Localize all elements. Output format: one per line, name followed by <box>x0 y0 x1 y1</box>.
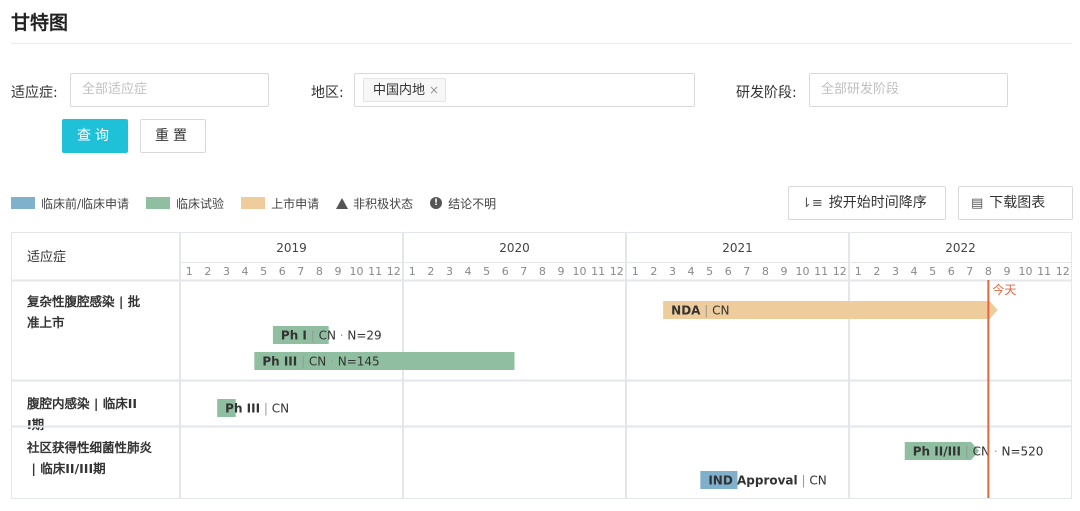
month-label: 6 <box>725 265 732 278</box>
indication-select-placeholder: 全部适应症 <box>82 82 148 97</box>
month-label: 4 <box>465 265 472 278</box>
reset-button[interactable]: 重置 <box>140 119 206 153</box>
bar-label: NDA | CN <box>671 304 729 318</box>
month-label: 7 <box>966 265 973 278</box>
chart-legend: 临床前/临床申请 临床试验 上市申请 非积极状态 ! 结论不明 <box>11 193 513 213</box>
month-label: 12 <box>610 265 624 278</box>
sort-button-label: 按开始时间降序 <box>828 195 927 211</box>
month-label: 10 <box>573 265 587 278</box>
phase-select[interactable]: 全部研发阶段 <box>809 73 1008 107</box>
month-label: 4 <box>242 265 249 278</box>
indication-select[interactable]: 全部适应症 <box>70 73 269 107</box>
triangle-icon <box>336 197 349 209</box>
sort-by-start-button[interactable]: ⇂≡ 按开始时间降序 <box>788 186 946 220</box>
legend-label: 上市申请 <box>271 196 320 211</box>
sort-descending-icon: ⇂≡ <box>801 196 823 211</box>
query-button[interactable]: 查询 <box>62 119 128 153</box>
year-label: 2019 <box>276 241 307 255</box>
legend-item-clinical-trial: 临床试验 <box>146 195 224 212</box>
download-chart-button[interactable]: ▤ 下载图表 <box>958 186 1073 220</box>
gantt-chart: 适应症20191 2 3 4 5 6 7 8 9 10 11 1220201 2 3 4 5 6 7 8 9 10 11 1… <box>11 232 1072 499</box>
month-label: 6 <box>948 265 955 278</box>
month-label: 12 <box>833 265 847 278</box>
month-label: 7 <box>520 265 527 278</box>
title-divider <box>11 43 1072 44</box>
phase-select-placeholder: 全部研发阶段 <box>821 82 900 97</box>
month-label: 4 <box>688 265 695 278</box>
bar-label: Ph II/III | CN · N=520 <box>913 445 1044 459</box>
month-label: 12 <box>387 265 401 278</box>
tag-close-icon[interactable]: × <box>429 83 439 97</box>
phase-filter-label: 研发阶段: <box>736 85 797 101</box>
region-select[interactable]: 中国内地 × <box>354 73 695 107</box>
legend-item-clinical-application: 临床前/临床申请 <box>11 195 129 212</box>
year-label: 2021 <box>722 241 753 255</box>
month-label: 8 <box>985 265 992 278</box>
month-label: 10 <box>350 265 364 278</box>
month-label: 1 <box>186 265 193 278</box>
indication-filter-label: 适应症: <box>11 85 58 101</box>
month-label: 2 <box>650 265 657 278</box>
month-label: 6 <box>502 265 509 278</box>
page-title: 甘特图 <box>11 12 69 34</box>
bar-label: IND Approval | CN <box>708 474 826 488</box>
month-label: 8 <box>539 265 546 278</box>
legend-label: 临床试验 <box>176 196 225 211</box>
legend-item-inactive: 非积极状态 <box>336 195 413 212</box>
legend-label: 非积极状态 <box>353 196 414 211</box>
month-label: 2 <box>204 265 211 278</box>
month-label: 5 <box>929 265 936 278</box>
month-label: 11 <box>368 265 382 278</box>
bar-label: Ph III | CN <box>225 402 289 416</box>
bar-label: Ph I | CN · N=29 <box>281 329 382 343</box>
legend-item-market-application: 上市申请 <box>241 195 319 212</box>
month-label: 9 <box>1003 265 1010 278</box>
month-label: 8 <box>316 265 323 278</box>
month-label: 1 <box>855 265 862 278</box>
month-label: 12 <box>1056 265 1070 278</box>
month-label: 1 <box>632 265 639 278</box>
download-button-label: 下载图表 <box>989 195 1046 211</box>
legend-swatch <box>241 197 266 209</box>
year-label: 2020 <box>499 241 530 255</box>
month-label: 2 <box>873 265 880 278</box>
month-label: 3 <box>446 265 453 278</box>
bar-label: Ph III | CN · N=145 <box>262 355 379 369</box>
legend-item-unclear: ! 结论不明 <box>430 195 496 212</box>
legend-label: 临床前/临床申请 <box>41 196 130 211</box>
month-label: 3 <box>223 265 230 278</box>
month-label: 11 <box>1037 265 1051 278</box>
month-label: 5 <box>483 265 490 278</box>
region-filter-label: 地区: <box>311 85 344 101</box>
chart-download-icon: ▤ <box>971 196 984 211</box>
month-label: 10 <box>1019 265 1033 278</box>
row-header-label: 适应症 <box>27 249 66 265</box>
month-label: 9 <box>557 265 564 278</box>
month-label: 7 <box>297 265 304 278</box>
month-label: 8 <box>762 265 769 278</box>
month-label: 10 <box>796 265 810 278</box>
month-label: 3 <box>892 265 899 278</box>
exclamation-circle-icon: ! <box>430 197 443 209</box>
month-label: 7 <box>743 265 750 278</box>
month-label: 9 <box>334 265 341 278</box>
region-tag-label: 中国内地 <box>373 83 426 98</box>
region-tag: 中国内地 × <box>363 78 447 102</box>
month-label: 4 <box>911 265 918 278</box>
month-label: 5 <box>706 265 713 278</box>
year-label: 2022 <box>945 241 976 255</box>
month-label: 1 <box>409 265 416 278</box>
today-label: 今天 <box>992 282 1016 297</box>
month-label: 3 <box>669 265 676 278</box>
month-label: 9 <box>780 265 787 278</box>
legend-swatch <box>11 197 35 209</box>
month-label: 11 <box>814 265 828 278</box>
month-label: 6 <box>279 265 286 278</box>
month-label: 11 <box>591 265 605 278</box>
legend-swatch <box>146 197 171 209</box>
month-label: 2 <box>427 265 434 278</box>
month-label: 5 <box>260 265 267 278</box>
legend-label: 结论不明 <box>448 196 497 211</box>
